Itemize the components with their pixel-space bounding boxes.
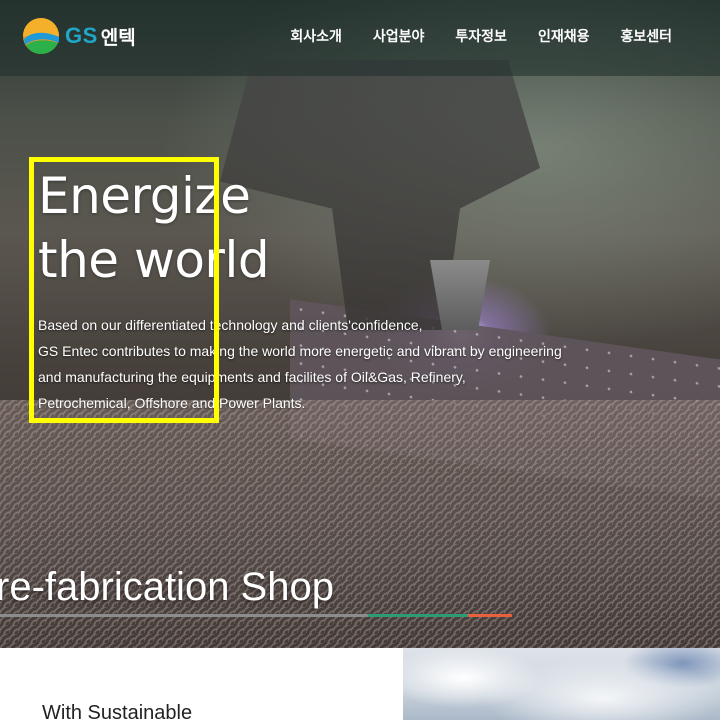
nav-item-careers[interactable]: 인재채용: [538, 26, 590, 46]
highlight-annotation-box: [29, 157, 219, 423]
slide-progress-indicator: [468, 614, 512, 617]
nav-item-company[interactable]: 회사소개: [290, 26, 342, 46]
main-nav: 회사소개 사업분야 투자정보 인재채용 홍보센터: [290, 26, 672, 46]
section-title: With Sustainable: [42, 702, 193, 720]
site-logo[interactable]: GS 엔텍: [22, 16, 136, 56]
site-header: GS 엔텍 회사소개 사업분야 투자정보 인재채용 홍보센터: [0, 0, 720, 76]
logo-brand-text: GS: [65, 23, 98, 48]
sky-photo: [403, 648, 720, 720]
slide-progress-bar[interactable]: [0, 614, 512, 617]
slide-progress-track: [0, 614, 368, 617]
nav-item-business[interactable]: 사업분야: [373, 26, 425, 46]
gs-logo-icon: [22, 17, 60, 55]
slide-caption: re-fabrication Shop: [0, 565, 334, 609]
slide-progress-fill: [368, 614, 468, 617]
hero-banner: GS 엔텍 회사소개 사업분야 투자정보 인재채용 홍보센터 Energize …: [0, 0, 720, 648]
logo-name-text: 엔텍: [100, 26, 136, 49]
nav-item-pr-center[interactable]: 홍보센터: [620, 26, 672, 46]
nav-item-investor[interactable]: 투자정보: [455, 26, 507, 46]
